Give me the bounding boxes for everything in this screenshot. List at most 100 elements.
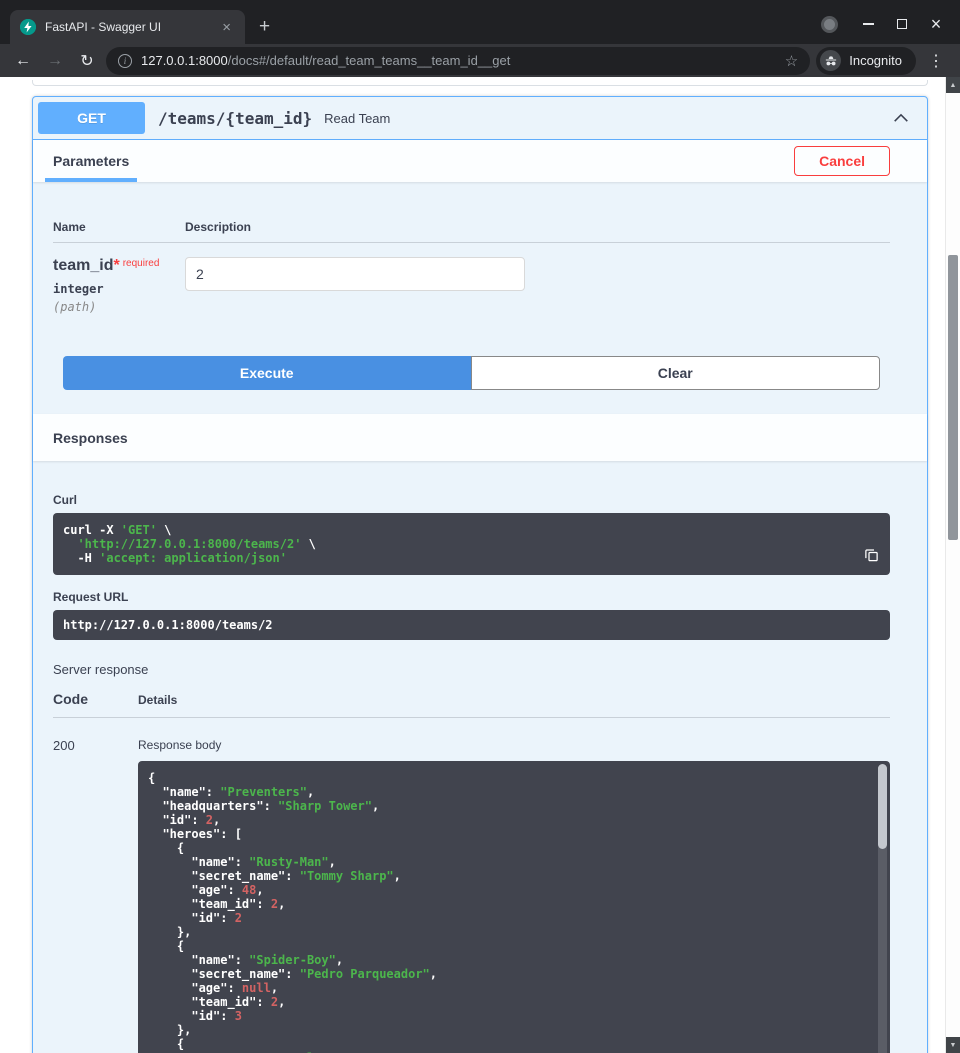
code-line: "headquarters": "Sharp Tower", — [148, 799, 866, 813]
code-line: "name": "Rusty-Man", — [148, 855, 866, 869]
execute-button[interactable]: Execute — [63, 356, 471, 390]
swagger-page: GET /teams/{team_id} Read Team Parameter… — [0, 77, 945, 1053]
endpoint-path: /teams/{team_id} — [158, 109, 312, 128]
page-scrollbar[interactable]: ▲ ▼ — [945, 77, 960, 1053]
response-body-scrollbar[interactable] — [878, 764, 887, 1053]
copy-icon[interactable] — [861, 545, 881, 565]
code-line: "team_id": 2, — [148, 995, 866, 1009]
maximize-icon — [897, 19, 907, 29]
incognito-icon — [820, 50, 841, 71]
execute-row: Execute Clear — [33, 356, 927, 414]
opblock-body: Parameters Cancel Name Description team_… — [33, 139, 927, 1053]
endpoint-summary: Read Team — [324, 111, 390, 126]
response-table-head: Code Details — [53, 691, 890, 718]
parameter-name: team_id — [53, 257, 113, 274]
tab-close-icon[interactable]: × — [218, 18, 235, 37]
code-line: "secret_name": "Pedro Parqueador", — [148, 967, 866, 981]
column-code: Code — [53, 691, 138, 707]
url-host: 127.0.0.1:8000 — [141, 53, 228, 68]
column-details: Details — [138, 693, 890, 707]
code-line: }, — [148, 925, 866, 939]
column-name: Name — [53, 220, 185, 234]
browser-toolbar: ← → ↻ 127.0.0.1:8000/docs#/default/read_… — [0, 44, 960, 77]
tab-parameters: Parameters — [45, 140, 137, 182]
code-line: 'http://127.0.0.1:8000/teams/2' \ — [63, 537, 880, 551]
maximize-button[interactable] — [890, 12, 914, 36]
response-body-scrollbar-thumb[interactable] — [878, 764, 887, 849]
opblock-summary[interactable]: GET /teams/{team_id} Read Team — [33, 97, 927, 139]
reload-button[interactable]: ↻ — [74, 48, 100, 74]
window-close-button[interactable]: × — [924, 12, 948, 36]
code-line: "secret_name": "Tommy Sharp", — [148, 869, 866, 883]
code-line: -H 'accept: application/json' — [63, 551, 880, 565]
new-tab-button[interactable]: + — [245, 16, 284, 44]
code-line: "name": "Spider-Boy", — [148, 953, 866, 967]
code-line: { — [148, 939, 866, 953]
code-line: "id": 3 — [148, 1009, 866, 1023]
minimize-button[interactable] — [856, 12, 880, 36]
status-code: 200 — [53, 738, 138, 1053]
code-line: { — [148, 841, 866, 855]
parameter-location: (path) — [53, 300, 185, 314]
url-text[interactable]: 127.0.0.1:8000/docs#/default/read_team_t… — [141, 53, 776, 68]
browser-window: FastAPI - Swagger UI × + × ← → ↻ 127.0.0… — [0, 0, 960, 1053]
parameters-header: Parameters Cancel — [33, 140, 927, 182]
parameters-title: Parameters — [53, 153, 129, 169]
method-badge: GET — [38, 102, 145, 134]
url-path: /docs#/default/read_team_teams__team_id_… — [228, 53, 511, 68]
bookmark-star-icon[interactable]: ☆ — [785, 52, 798, 70]
profile-icon[interactable] — [821, 16, 838, 33]
clear-button[interactable]: Clear — [471, 356, 881, 390]
parameter-type: integer — [53, 282, 185, 296]
back-button[interactable]: ← — [10, 48, 36, 74]
fastapi-favicon-icon — [20, 19, 36, 35]
incognito-label: Incognito — [849, 53, 902, 68]
forward-button[interactable]: → — [42, 48, 68, 74]
responses-section: Curl curl -X 'GET' \ 'http://127.0.0.1:8… — [33, 461, 927, 1053]
server-response-label: Server response — [53, 662, 890, 677]
code-line: "id": 2 — [148, 911, 866, 925]
response-body-block: { "name": "Preventers", "headquarters": … — [138, 761, 890, 1053]
cancel-button[interactable]: Cancel — [794, 146, 890, 176]
minimize-icon — [863, 23, 874, 25]
code-line: }, — [148, 1023, 866, 1037]
browser-tab[interactable]: FastAPI - Swagger UI × — [10, 10, 245, 44]
scroll-up-arrow-icon[interactable]: ▲ — [946, 77, 960, 93]
parameters-table-head: Name Description — [53, 182, 890, 243]
curl-label: Curl — [53, 493, 890, 507]
response-body-label: Response body — [138, 738, 890, 752]
team-id-input[interactable] — [185, 257, 525, 291]
responses-header: Responses — [33, 414, 927, 461]
tab-strip: FastAPI - Swagger UI × + × — [0, 0, 960, 44]
response-row: 200 Response body { "name": "Preventers"… — [53, 718, 890, 1053]
responses-title: Responses — [53, 430, 128, 446]
address-bar[interactable]: 127.0.0.1:8000/docs#/default/read_team_t… — [106, 47, 810, 75]
code-line: "age": 48, — [148, 883, 866, 897]
request-url-value: http://127.0.0.1:8000/teams/2 — [53, 610, 890, 640]
code-line: "age": null, — [148, 981, 866, 995]
required-label: required — [123, 258, 160, 269]
response-details-cell: Response body { "name": "Preventers", "h… — [138, 738, 890, 1053]
required-star: * — [113, 257, 119, 274]
parameter-name-cell: team_id* required integer (path) — [53, 257, 185, 314]
parameter-description-cell — [185, 257, 890, 314]
column-description: Description — [185, 220, 890, 234]
code-line: { — [148, 771, 866, 785]
previous-section-edge — [32, 80, 928, 86]
incognito-badge: Incognito — [816, 47, 916, 75]
opblock-get-team: GET /teams/{team_id} Read Team Parameter… — [32, 96, 928, 1053]
parameter-row: team_id* required integer (path) — [53, 243, 890, 314]
page-info-icon[interactable] — [118, 54, 132, 68]
page-scrollbar-thumb[interactable] — [948, 255, 958, 540]
tab-title: FastAPI - Swagger UI — [45, 20, 209, 34]
curl-code: curl -X 'GET' \ 'http://127.0.0.1:8000/t… — [63, 523, 880, 565]
code-line: "heroes": [ — [148, 827, 866, 841]
collapse-chevron-icon[interactable] — [892, 109, 910, 127]
code-line: "team_id": 2, — [148, 897, 866, 911]
request-url-label: Request URL — [53, 590, 890, 604]
code-line: "name": "Preventers", — [148, 785, 866, 799]
scroll-down-arrow-icon[interactable]: ▼ — [946, 1037, 960, 1053]
browser-menu-icon[interactable]: ⋮ — [922, 51, 950, 71]
code-line: "id": 2, — [148, 813, 866, 827]
curl-block: curl -X 'GET' \ 'http://127.0.0.1:8000/t… — [53, 513, 890, 575]
